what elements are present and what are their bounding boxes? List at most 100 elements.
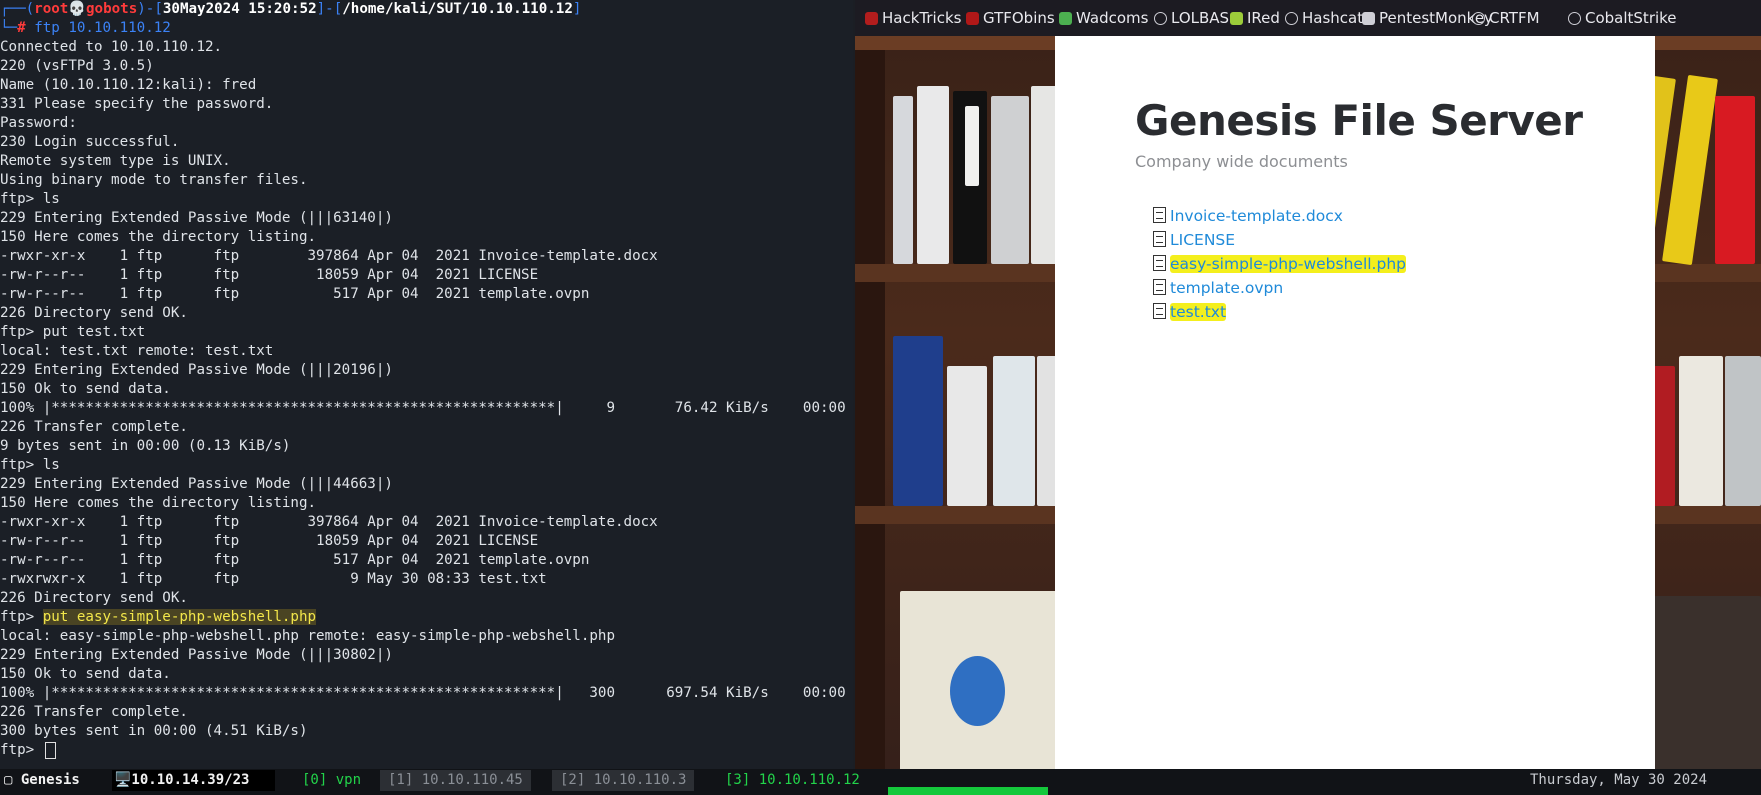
- terminal-line: -rw-r--r-- 1 ftp ftp 18059 Apr 04 2021 L…: [0, 533, 539, 549]
- terminal-line: 226 Transfer complete.: [0, 419, 188, 435]
- terminal-line: Password:: [0, 115, 77, 131]
- terminal-line: 226 Directory send OK.: [0, 305, 188, 321]
- bookmark-crtfm[interactable]: CRTFM: [1472, 9, 1540, 27]
- prompt-line-1: ┌──(root💀gobots)-[30May2024 15:20:52]-[/…: [0, 1, 582, 17]
- terminal-line: Using binary mode to transfer files.: [0, 172, 308, 188]
- bookmark-gtfobins[interactable]: GTFObins: [966, 9, 1055, 27]
- file-list-item: LICENSE: [1153, 228, 1406, 252]
- terminal-line: -rwxr-xr-x 1 ftp ftp 397864 Apr 04 2021 …: [0, 514, 658, 530]
- terminal-line: 331 Please specify the password.: [0, 96, 274, 112]
- page-subtitle: Company wide documents: [1135, 152, 1348, 171]
- terminal-line: Remote system type is UNIX.: [0, 153, 231, 169]
- vpn-ip: 🖥️10.10.14.39/23: [112, 770, 276, 791]
- file-list-item: test.txt: [1153, 300, 1406, 324]
- terminal-line: 220 (vsFTPd 3.0.5): [0, 58, 154, 74]
- file-link[interactable]: Invoice-template.docx: [1170, 207, 1343, 225]
- file-link[interactable]: template.ovpn: [1170, 279, 1283, 297]
- terminal-line: ftp> ls: [0, 457, 60, 473]
- terminal-line: 229 Entering Extended Passive Mode (|||2…: [0, 362, 393, 378]
- prompt-hash: #: [17, 20, 26, 36]
- bookmark-label: IRed: [1247, 9, 1280, 27]
- bookmark-label: LOLBAS: [1171, 9, 1230, 27]
- terminal-line: 100% |**********************************…: [0, 400, 853, 416]
- tmux-window-1[interactable]: [1] 10.10.110.45: [380, 770, 531, 791]
- document-icon: [1153, 207, 1166, 223]
- bookmark-cobaltstrike[interactable]: CobaltStrike: [1568, 9, 1677, 27]
- terminal-line: 150 Here comes the directory listing.: [0, 229, 317, 245]
- file-list-item: easy-simple-php-webshell.php: [1153, 252, 1406, 276]
- file-list: Invoice-template.docx LICENSE easy-simple-…: [1153, 204, 1406, 324]
- pentestmonkey-icon: [1362, 12, 1375, 25]
- ftp-prompt: ftp>: [0, 609, 43, 625]
- globe-icon: [1568, 12, 1581, 25]
- bookmark-label: Hashcat: [1302, 9, 1364, 27]
- terminal-line: 226 Directory send OK.: [0, 590, 188, 606]
- terminal-line: -rw-r--r-- 1 ftp ftp 517 Apr 04 2021 tem…: [0, 552, 590, 568]
- tmux-window-3[interactable]: [3] 10.10.110.12: [725, 770, 860, 791]
- document-icon: [1153, 303, 1166, 319]
- page-title: Genesis File Server: [1135, 96, 1583, 145]
- tmux-window-2[interactable]: [2] 10.10.110.3: [552, 770, 695, 791]
- document-icon: [1153, 255, 1166, 271]
- bookmarks-toolbar: HackTricks GTFObins Wadcoms LOLBAS IRed Hashc…: [855, 0, 1761, 36]
- file-server-page: Genesis File Server Company wide documen…: [1055, 36, 1655, 780]
- skull-icon: 💀: [68, 1, 87, 17]
- terminal-line: 230 Login successful.: [0, 134, 180, 150]
- final-prompt-line[interactable]: ftp>: [0, 741, 853, 760]
- ftp-prompt-final: ftp>: [0, 742, 43, 758]
- put-command-line: ftp> put easy-simple-php-webshell.php: [0, 608, 853, 627]
- bookmark-hacktricks[interactable]: HackTricks: [865, 9, 961, 27]
- bookmark-hashcat[interactable]: Hashcat: [1285, 9, 1363, 27]
- bookmark-ired[interactable]: IRed: [1230, 9, 1280, 27]
- terminal-line: 150 Ok to send data.: [0, 381, 171, 397]
- bookmark-label: CobaltStrike: [1585, 9, 1677, 27]
- terminal-line: local: test.txt remote: test.txt: [0, 343, 274, 359]
- terminal-line: -rwxrwxr-x 1 ftp ftp 9 May 30 08:33 test…: [0, 571, 547, 587]
- bookmark-lolbas[interactable]: LOLBAS: [1154, 9, 1229, 27]
- globe-icon: [1472, 12, 1485, 25]
- bookmark-label: CRTFM: [1489, 9, 1540, 27]
- globe-icon: [1285, 12, 1298, 25]
- terminal-line: -rwxr-xr-x 1 ftp ftp 397864 Apr 04 2021 …: [0, 248, 658, 264]
- terminal-output-block-2: local: easy-simple-php-webshell.php remo…: [0, 627, 853, 741]
- prompt-host: gobots: [86, 1, 138, 17]
- bookmark-label: GTFObins: [983, 9, 1055, 27]
- prompt-line-2: └─# ftp 10.10.110.12: [0, 20, 171, 36]
- terminal-pane[interactable]: ┌──(root💀gobots)-[30May2024 15:20:52]-[/…: [0, 0, 853, 769]
- wadcoms-icon: [1059, 12, 1072, 25]
- tmux-window-0[interactable]: [0] vpn: [302, 770, 361, 791]
- terminal-line: 150 Ok to send data.: [0, 666, 171, 682]
- file-link[interactable]: LICENSE: [1170, 231, 1235, 249]
- tmux-status-bar: ▢ Genesis 🖥️10.10.14.39/23 [0] vpn [1] 1…: [0, 769, 1761, 795]
- prompt-user: root: [34, 1, 69, 17]
- file-link[interactable]: easy-simple-php-webshell.php: [1170, 255, 1406, 273]
- highlighted-put-command: put easy-simple-php-webshell.php: [42, 609, 317, 625]
- file-list-item: template.ovpn: [1153, 276, 1406, 300]
- terminal-line: 229 Entering Extended Passive Mode (|||6…: [0, 210, 393, 226]
- terminal-line: -rw-r--r-- 1 ftp ftp 18059 Apr 04 2021 L…: [0, 267, 539, 283]
- document-icon: [1153, 279, 1166, 295]
- terminal-line: 226 Transfer complete.: [0, 704, 188, 720]
- status-date: Thursday, May 30 2024: [1530, 772, 1708, 788]
- terminal-output-block-1: Connected to 10.10.110.12. 220 (vsFTPd 3.…: [0, 38, 853, 608]
- bookmark-label: HackTricks: [882, 9, 962, 27]
- prompt-date: 30May2024 15:20:52: [162, 1, 317, 17]
- terminal-line: 300 bytes sent in 00:00 (4.51 KiB/s): [0, 723, 308, 739]
- terminal-line: 229 Entering Extended Passive Mode (|||3…: [0, 647, 393, 663]
- terminal-line: Name (10.10.110.12:kali): fred: [0, 77, 257, 93]
- terminal-line: 229 Entering Extended Passive Mode (|||4…: [0, 476, 393, 492]
- file-link[interactable]: test.txt: [1170, 303, 1227, 321]
- terminal-line: 100% |**********************************…: [0, 685, 853, 701]
- terminal-line: Connected to 10.10.110.12.: [0, 39, 223, 55]
- terminal-line: ftp> ls: [0, 191, 60, 207]
- hacktricks-icon: [865, 12, 878, 25]
- prompt-path: /home/kali/SUT/10.10.110.12: [342, 1, 573, 17]
- session-name: ▢ Genesis: [4, 772, 80, 788]
- file-list-item: Invoice-template.docx: [1153, 204, 1406, 228]
- terminal-line: 9 bytes sent in 00:00 (0.13 KiB/s): [0, 438, 291, 454]
- globe-icon: [1154, 12, 1167, 25]
- text-cursor[interactable]: [44, 741, 56, 759]
- terminal-line: local: easy-simple-php-webshell.php remo…: [0, 628, 615, 644]
- terminal-line: -rw-r--r-- 1 ftp ftp 517 Apr 04 2021 tem…: [0, 286, 590, 302]
- bookmark-wadcoms[interactable]: Wadcoms: [1059, 9, 1148, 27]
